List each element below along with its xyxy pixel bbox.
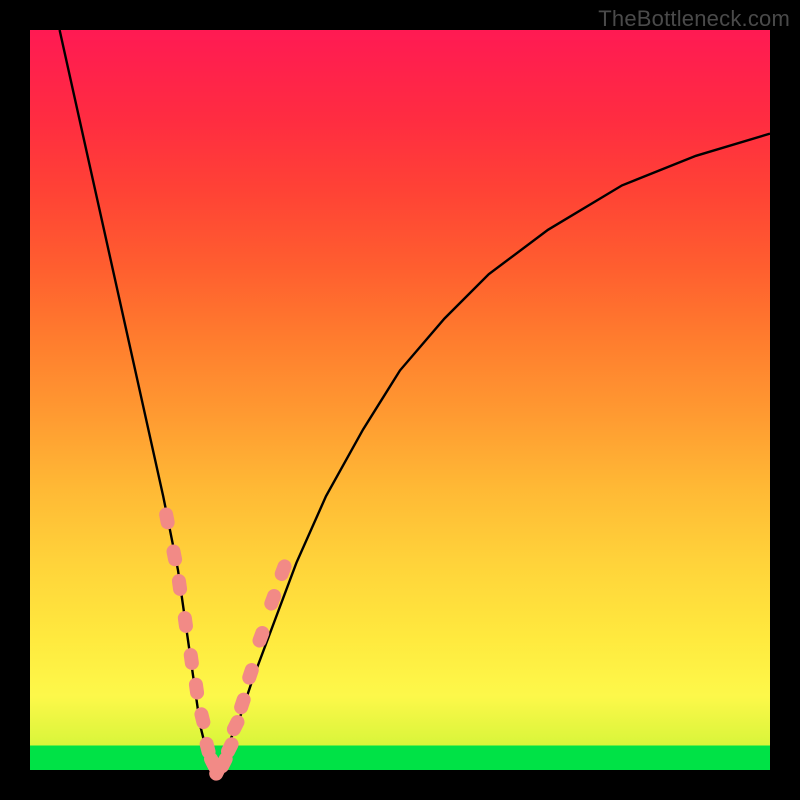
chart-container: TheBottleneck.com xyxy=(0,0,800,800)
bottleneck-curve xyxy=(60,30,770,770)
marker-pill xyxy=(177,610,194,634)
marker-pill xyxy=(250,624,271,650)
curve-layer xyxy=(30,30,770,770)
marker-pill xyxy=(171,573,188,597)
plot-area xyxy=(30,30,770,770)
marker-pill xyxy=(165,543,183,567)
watermark-text: TheBottleneck.com xyxy=(598,6,790,32)
marker-pill xyxy=(193,706,212,731)
marker-pill xyxy=(158,506,176,530)
marker-group xyxy=(158,506,294,783)
marker-pill xyxy=(232,691,252,716)
marker-pill xyxy=(183,647,200,671)
marker-pill xyxy=(225,713,247,739)
marker-pill xyxy=(188,677,205,701)
